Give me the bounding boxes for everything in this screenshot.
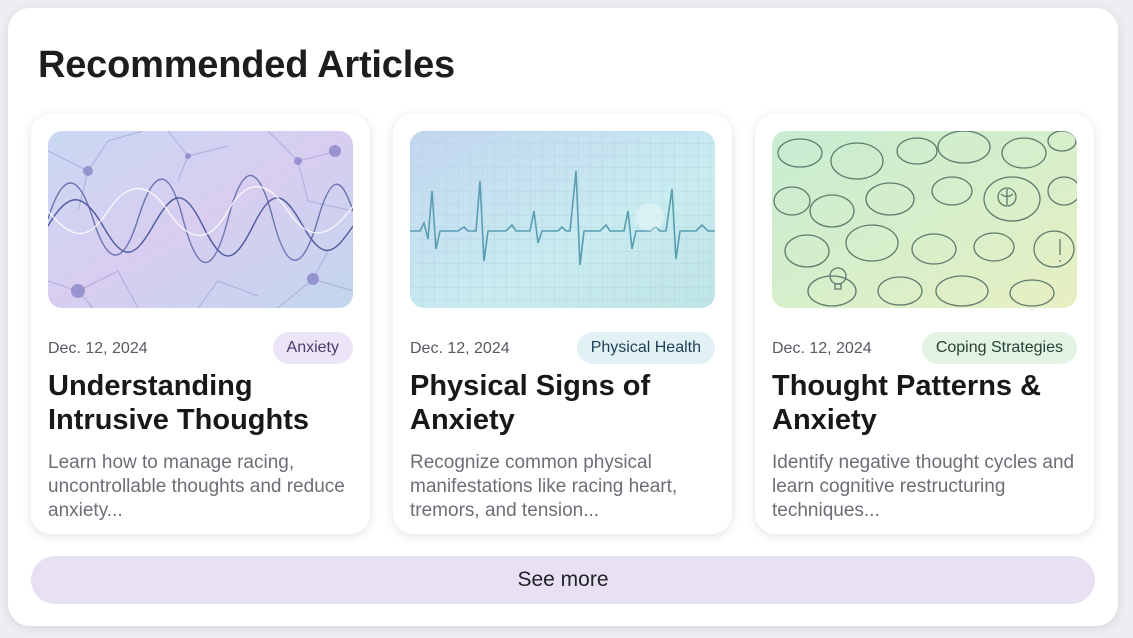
neuron-waves-image xyxy=(48,131,353,308)
article-description: Identify negative thought cycles and lea… xyxy=(772,452,1075,521)
recommended-articles-panel: Recommended Articles Dec. 12, 2024 Anxie… xyxy=(8,8,1118,626)
article-date: Dec. 12, 2024 xyxy=(48,340,148,357)
article-date: Dec. 12, 2024 xyxy=(772,340,872,357)
category-tag[interactable]: Coping Strategies xyxy=(921,332,1077,364)
article-title[interactable]: Understanding Intrusive Thoughts xyxy=(48,369,353,437)
article-title[interactable]: Physical Signs of Anxiety xyxy=(410,369,715,437)
thought-bubbles-image xyxy=(772,131,1077,308)
article-card[interactable]: Dec. 12, 2024 Physical Health Physical S… xyxy=(393,114,732,534)
panel-title: Recommended Articles xyxy=(38,44,455,86)
category-tag[interactable]: Physical Health xyxy=(576,332,715,364)
heartbeat-ecg-image xyxy=(410,131,715,308)
article-date: Dec. 12, 2024 xyxy=(410,340,510,357)
article-card[interactable]: Dec. 12, 2024 Coping Strategies Thought … xyxy=(755,114,1094,534)
article-description: Learn how to manage racing, uncontrollab… xyxy=(48,452,345,521)
article-title[interactable]: Thought Patterns & Anxiety xyxy=(772,369,1077,437)
article-description: Recognize common physical manifestations… xyxy=(410,452,678,521)
see-more-button[interactable]: See more xyxy=(31,556,1095,604)
article-card[interactable]: Dec. 12, 2024 Anxiety Understanding Intr… xyxy=(31,114,370,534)
category-tag[interactable]: Anxiety xyxy=(272,332,353,364)
